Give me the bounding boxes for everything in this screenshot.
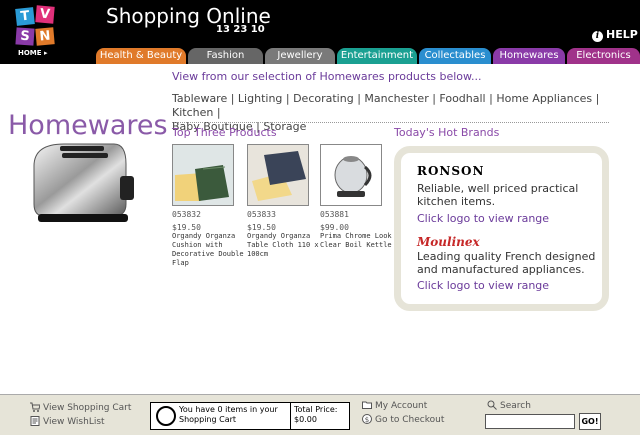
- product-price: $99.00: [320, 223, 349, 232]
- info-icon: i: [592, 31, 603, 42]
- ronson-range-link[interactable]: Click logo to view range: [417, 212, 549, 225]
- phone-number: 13 23 10: [216, 24, 265, 35]
- ronson-description: Reliable, well priced practical kitchen …: [417, 182, 579, 208]
- product-image-kettle[interactable]: [320, 144, 382, 206]
- product-card[interactable]: 053833 $19.50 Organdy Organza Table Clot…: [247, 144, 319, 259]
- help-label: HELP: [606, 28, 638, 41]
- product-image-cushion[interactable]: [172, 144, 234, 206]
- folder-icon: [362, 401, 372, 409]
- go-button[interactable]: GO!: [579, 413, 601, 430]
- help-link[interactable]: i HELP: [592, 28, 638, 42]
- moulinex-description: Leading quality French designed and manu…: [417, 250, 596, 276]
- search-label: Search: [500, 401, 531, 411]
- ronson-logo[interactable]: RONSON: [417, 164, 484, 178]
- total-label: Total Price:: [294, 405, 338, 414]
- my-account-label: My Account: [375, 401, 428, 411]
- cart-divider: [290, 403, 291, 429]
- search-icon: [487, 400, 497, 410]
- hot-brands-panel: RONSON Reliable, well priced practical k…: [394, 146, 609, 311]
- logo-tile-t: T: [15, 7, 35, 26]
- header-bar: T V S N HOME ▸ Shopping Online 13 23 10 …: [0, 0, 640, 64]
- top-three-heading: Top Three Products: [172, 126, 277, 139]
- product-name[interactable]: Organdy Organza Table Cloth 110 x 100cm: [247, 232, 319, 259]
- tab-homewares[interactable]: Homewares: [493, 48, 565, 64]
- my-account-link[interactable]: My Account: [362, 400, 427, 411]
- checkout-link[interactable]: $ Go to Checkout: [362, 414, 444, 425]
- cart-circle-icon: [156, 406, 176, 426]
- dollar-icon: $: [362, 414, 372, 424]
- moulinex-range-link[interactable]: Click logo to view range: [417, 279, 549, 292]
- tab-fashion[interactable]: Fashion: [188, 48, 263, 64]
- list-icon: [30, 416, 40, 426]
- tvsn-logo[interactable]: T V S N HOME ▸: [14, 5, 58, 58]
- logo-tile-n: N: [35, 27, 55, 46]
- tab-entertainment[interactable]: Entertainment: [337, 48, 417, 64]
- product-code: 053833: [247, 210, 276, 219]
- view-cart-label: View Shopping Cart: [43, 403, 132, 413]
- logo-tile-s: S: [15, 27, 35, 46]
- tab-jewellery[interactable]: Jewellery: [265, 48, 335, 64]
- main-content: View from our selection of Homewares pro…: [0, 64, 640, 394]
- intro-text: View from our selection of Homewares pro…: [172, 70, 482, 83]
- divider: [172, 122, 609, 123]
- logo-tile-v: V: [35, 5, 55, 24]
- product-image-tablecloth[interactable]: [247, 144, 309, 206]
- category-links-line-1[interactable]: Tableware | Lighting | Decorating | Manc…: [172, 92, 632, 120]
- logo-home-label: HOME ▸: [18, 49, 48, 57]
- cart-summary[interactable]: You have 0 items in your Shopping Cart T…: [150, 402, 350, 430]
- view-wishlist-label: View WishList: [43, 417, 105, 427]
- view-cart-link[interactable]: View Shopping Cart: [30, 402, 131, 413]
- search-input[interactable]: [485, 414, 575, 429]
- product-price: $19.50: [247, 223, 276, 232]
- tab-collectables[interactable]: Collectables: [419, 48, 491, 64]
- search-label-wrap: Search: [487, 400, 531, 411]
- product-card[interactable]: 053832 $19.50 Organdy Organza Cushion wi…: [172, 144, 244, 268]
- footer-bar: View Shopping Cart View WishList You hav…: [0, 394, 640, 435]
- total-value: $0.00: [294, 415, 317, 424]
- tab-health-beauty[interactable]: Health & Beauty: [96, 48, 186, 64]
- product-code: 053832: [172, 210, 201, 219]
- hot-brands-heading: Today's Hot Brands: [394, 126, 500, 139]
- cart-total: Total Price: $0.00: [294, 405, 337, 425]
- cart-icon: [30, 402, 40, 412]
- toaster-image: [33, 143, 134, 222]
- moulinex-logo[interactable]: Moulinex: [417, 235, 480, 249]
- product-name[interactable]: Prima Chrome Look Clear Boil Kettle: [320, 232, 392, 250]
- product-price: $19.50: [172, 223, 201, 232]
- cart-message: You have 0 items in your Shopping Cart: [179, 405, 278, 424]
- product-card[interactable]: 053881 $99.00 Prima Chrome Look Clear Bo…: [320, 144, 392, 250]
- tab-electronics[interactable]: Electronics: [567, 48, 640, 64]
- svg-text:$: $: [365, 416, 369, 424]
- product-code: 053881: [320, 210, 349, 219]
- checkout-label: Go to Checkout: [375, 415, 445, 425]
- product-name[interactable]: Organdy Organza Cushion with Decorative …: [172, 232, 244, 268]
- view-wishlist-link[interactable]: View WishList: [30, 416, 105, 427]
